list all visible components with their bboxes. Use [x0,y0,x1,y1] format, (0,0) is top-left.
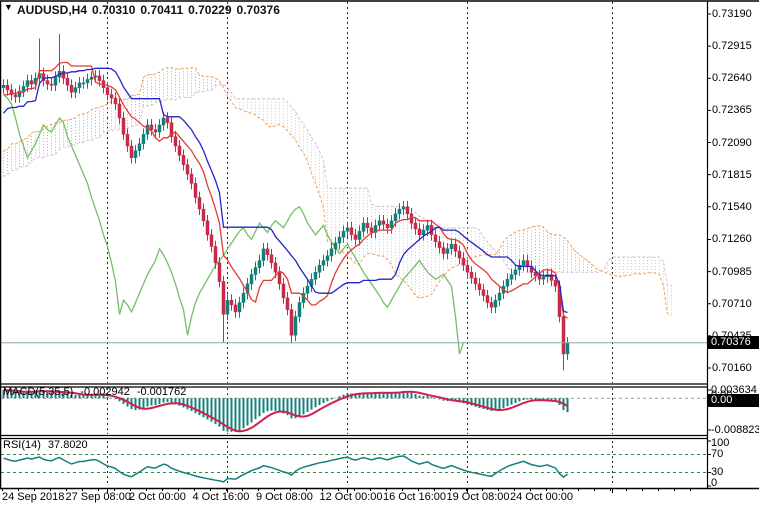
current-price-badge: 0.70376 [708,336,759,349]
time-axis-label: 4 Oct 16:00 [193,491,250,503]
ohlc-high: 0.70411 [140,3,183,17]
chart-canvas[interactable] [0,0,759,511]
price-axis-label: 0.70985 [712,266,752,278]
rsi-indicator-label[interactable]: RSI(14) 37.8020 [3,439,95,451]
time-axis-label: 9 Oct 08:00 [256,491,313,503]
price-axis-label: 0.71260 [712,233,752,245]
price-axis-label: 0.70710 [712,298,752,310]
time-axis-label: 24 Sep 2018 [2,491,64,503]
chart-window: ▼ AUDUSD,H40.703100.704110.702290.70376 … [0,0,759,511]
time-axis-label: 2 Oct 00:00 [129,491,186,503]
price-axis-label: 0.73190 [712,8,752,20]
time-axis-label: 27 Sep 08:00 [66,491,131,503]
macd-name: MACD(5,35,5) [3,386,73,398]
macd-value-2: -0.001762 [137,386,187,398]
price-axis-label: 0.72365 [712,104,752,116]
time-axis-label: 12 Oct 00:00 [320,491,383,503]
time-axis-label: 16 Oct 16:00 [383,491,446,503]
ohlc-open: 0.70310 [92,3,135,17]
price-axis-label: 0.70160 [712,362,752,374]
price-axis-label: 0.72915 [712,40,752,52]
chart-title: AUDUSD,H4 0.70310 0.70411 0.70229 0.70376 [17,3,285,17]
ohlc-close: 0.70376 [237,3,280,17]
macd-value-badge: 0.00 [708,394,759,407]
symbol-period-label: AUDUSD,H4 [17,3,87,17]
price-axis-label: 0.72090 [712,137,752,149]
price-axis-label: 0.71540 [712,201,752,213]
symbol-dropdown-icon[interactable]: ▼ [4,2,13,12]
ohlc-low: 0.70229 [188,3,231,17]
macd-axis-bottom: -0.008823 [711,424,759,436]
time-axis-label: 19 Oct 08:00 [447,491,510,503]
rsi-name: RSI(14) [3,439,41,451]
price-axis-label: 0.71815 [712,169,752,181]
rsi-axis-0: 0 [711,477,717,489]
time-axis-label: 24 Oct 00:00 [510,491,573,503]
rsi-value: 37.8020 [48,439,88,451]
macd-indicator-label[interactable]: MACD(5,35,5) -0.002942 -0.001762 [3,386,193,398]
price-axis-label: 0.72640 [712,72,752,84]
macd-value-1: -0.002942 [80,386,130,398]
rsi-axis-70: 70 [711,448,723,460]
